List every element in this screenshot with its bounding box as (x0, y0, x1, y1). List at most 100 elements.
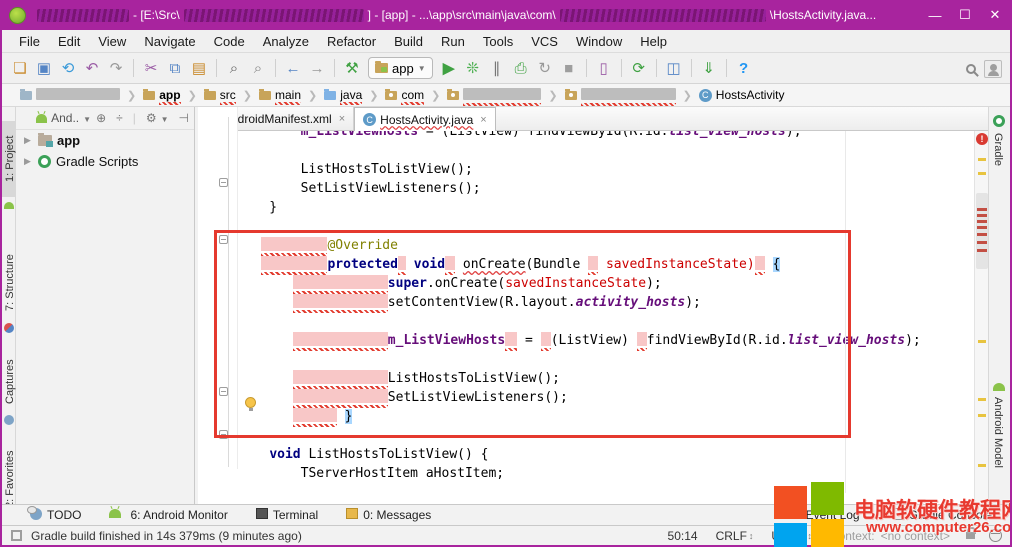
sidebar-item-favorites[interactable]: 2: Favorites (2, 447, 16, 511)
close-tab-icon[interactable]: × (339, 113, 345, 125)
sdk-manager-icon[interactable]: ⇓ (698, 57, 720, 79)
user-avatar-icon[interactable] (984, 60, 1002, 78)
toolwindow-gradle-console[interactable]: Gradle Console (894, 508, 992, 523)
run-with-coverage-icon[interactable]: ∥ (486, 57, 508, 79)
breadcrumb-item-main[interactable]: main (257, 88, 303, 102)
breadcrumb-separator-icon: ❯ (678, 89, 697, 102)
toolwindow-todo[interactable]: TODO (30, 508, 81, 523)
synchronize-icon[interactable]: ⟲ (57, 57, 79, 79)
fold-marker-icon[interactable] (219, 387, 228, 396)
toolwindow-event-log[interactable]: Event Log (788, 508, 860, 522)
save-all-icon[interactable]: ▣ (33, 57, 55, 79)
android-app-icon (375, 63, 388, 73)
breadcrumb-item-redacted[interactable] (445, 88, 543, 103)
redo-icon[interactable]: ↷ (105, 57, 127, 79)
breadcrumb-item-hostsactivity[interactable]: CHostsActivity (697, 88, 787, 102)
scrollbar-thumb[interactable] (976, 193, 988, 269)
tree-item-label: Gradle Scripts (56, 154, 138, 169)
fold-marker-icon[interactable] (219, 235, 228, 244)
sidebar-item-structure[interactable]: 7: Structure (2, 247, 16, 319)
avd-manager-icon[interactable]: ◫ (663, 57, 685, 79)
open-folder-icon[interactable]: ❏ (9, 57, 31, 79)
minimize-button[interactable]: — (920, 0, 950, 30)
debug-icon[interactable]: ❊ (462, 57, 484, 79)
code-line: m_ListViewHosts = (ListView) findViewByI… (238, 331, 921, 350)
fold-marker-icon[interactable] (219, 430, 228, 439)
attach-debugger-icon[interactable]: ⎙ (510, 57, 532, 79)
expand-arrow-icon[interactable]: ▶ (24, 156, 38, 167)
find-icon[interactable]: ⌕ (223, 57, 245, 79)
menu-run[interactable]: Run (432, 32, 474, 51)
collapse-all-icon[interactable]: ÷ (116, 111, 123, 125)
project-view-selector[interactable]: And..▼ (51, 111, 91, 125)
breadcrumb-item-com[interactable]: com (383, 88, 426, 102)
tab-hostsactivity[interactable]: C HostsActivity.java × (354, 107, 496, 131)
hide-panel-icon[interactable]: ⊣ (179, 111, 189, 125)
hector-inspections-icon[interactable] (989, 529, 1002, 542)
help-icon[interactable]: ? (733, 57, 755, 79)
tree-item-gradle-scripts[interactable]: ▶ Gradle Scripts (16, 151, 194, 172)
fold-marker-icon[interactable] (219, 178, 228, 187)
copy-icon[interactable]: ⧉ (164, 57, 186, 79)
menu-analyze[interactable]: Analyze (254, 32, 318, 51)
tree-item-app[interactable]: ▶ app (16, 130, 194, 151)
lock-icon[interactable] (966, 532, 975, 539)
menu-file[interactable]: File (10, 32, 49, 51)
breadcrumb-item-app[interactable]: app (141, 88, 182, 102)
gradle-icon (993, 115, 1005, 127)
gear-icon[interactable]: ⚙▼ (146, 111, 169, 125)
breadcrumb-item-src[interactable]: src (202, 88, 238, 102)
context-label: Context: (830, 529, 875, 543)
undo-icon[interactable]: ↶ (81, 57, 103, 79)
intention-bulb-icon[interactable] (245, 397, 256, 408)
search-everywhere-icon[interactable] (966, 64, 976, 74)
encoding-selector[interactable]: UTF-8↕ (771, 529, 812, 543)
paste-icon[interactable]: ▤ (188, 57, 210, 79)
breadcrumb-item-redacted[interactable] (563, 88, 678, 103)
android-icon (4, 202, 14, 209)
close-tab-icon[interactable]: × (480, 114, 486, 126)
toolwindow-terminal[interactable]: Terminal (256, 508, 318, 522)
close-button[interactable]: ✕ (980, 0, 1010, 30)
build-hammer-icon[interactable]: ⚒ (341, 57, 363, 79)
stop-icon[interactable]: ■ (558, 57, 580, 79)
sidebar-item-gradle[interactable]: Gradle (992, 133, 1004, 166)
code-viewport[interactable]: m_ListViewHosts = (ListView) findViewByI… (198, 131, 974, 493)
menu-edit[interactable]: Edit (49, 32, 89, 51)
breadcrumb-item-java[interactable]: java (322, 88, 364, 102)
caret-position[interactable]: 50:14 (668, 529, 698, 543)
error-count-badge: ! (976, 133, 988, 145)
toolwindow-android-monitor[interactable]: 6: Android Monitor (109, 508, 227, 522)
menu-view[interactable]: View (89, 32, 135, 51)
toolwindow-messages[interactable]: 0: Messages (346, 508, 431, 522)
maximize-button[interactable]: ☐ (950, 0, 980, 30)
folder-icon (204, 91, 216, 100)
menu-window[interactable]: Window (567, 32, 631, 51)
context-value[interactable]: <no context> (881, 529, 950, 543)
cut-icon[interactable]: ✂ (140, 57, 162, 79)
run-config-dropdown[interactable]: app▼ (368, 57, 433, 79)
menu-help[interactable]: Help (631, 32, 676, 51)
device-monitor-icon[interactable]: ▯ (593, 57, 615, 79)
error-stripe[interactable]: ! (974, 131, 988, 504)
sidebar-item-android-model[interactable]: Android Model (992, 397, 1004, 468)
menu-build[interactable]: Build (385, 32, 432, 51)
expand-arrow-icon[interactable]: ▶ (24, 135, 38, 146)
breadcrumb-item-redacted[interactable] (18, 88, 122, 103)
menu-code[interactable]: Code (205, 32, 254, 51)
menu-refactor[interactable]: Refactor (318, 32, 385, 51)
gradle-sync-icon[interactable]: ⟳ (628, 57, 650, 79)
locate-icon[interactable]: ⊕ (96, 111, 106, 125)
menu-vcs[interactable]: VCS (522, 32, 567, 51)
toolwindow-toggle-icon[interactable] (11, 530, 22, 541)
back-icon[interactable]: ← (282, 57, 304, 79)
line-ending-selector[interactable]: CRLF↕ (716, 529, 754, 543)
sidebar-item-captures[interactable]: Captures (2, 353, 16, 411)
rerun-icon[interactable]: ↻ (534, 57, 556, 79)
replace-icon[interactable]: ⌕ (247, 57, 269, 79)
sidebar-item-project[interactable]: 1: Project (2, 121, 16, 197)
menu-tools[interactable]: Tools (474, 32, 522, 51)
forward-icon[interactable]: → (306, 57, 328, 79)
run-icon[interactable]: ▶ (438, 57, 460, 79)
menu-navigate[interactable]: Navigate (135, 32, 204, 51)
